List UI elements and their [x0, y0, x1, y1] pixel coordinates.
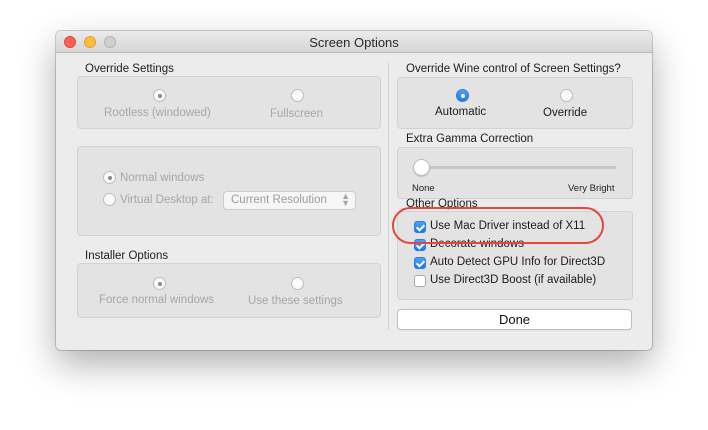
windows-mode-group: Normal windows Virtual Desktop at: Curre…	[77, 146, 381, 236]
normal-windows-radio[interactable]	[103, 171, 116, 184]
title-bar[interactable]: Screen Options	[56, 31, 652, 53]
virtual-desktop-label: Virtual Desktop at:	[120, 194, 214, 206]
fullscreen-label: Fullscreen	[270, 108, 324, 120]
normal-windows-label: Normal windows	[120, 172, 205, 184]
automatic-radio[interactable]	[456, 89, 469, 102]
column-divider	[388, 63, 389, 330]
force-normal-windows-radio[interactable]	[153, 277, 166, 290]
gamma-min-label: None	[412, 183, 435, 194]
resolution-select[interactable]: Current Resolution ▲ ▼	[223, 191, 356, 210]
auto-detect-gpu-label: Auto Detect GPU Info for Direct3D	[430, 256, 606, 268]
gamma-group: None Very Bright	[397, 147, 633, 199]
wine-control-group: Automatic Override	[397, 77, 633, 129]
virtual-desktop-radio[interactable]	[103, 193, 116, 206]
override-radio[interactable]	[560, 89, 573, 102]
select-arrows-icon: ▲ ▼	[341, 191, 350, 208]
use-these-settings-label: Use these settings	[248, 295, 343, 307]
wine-control-heading: Override Wine control of Screen Settings…	[406, 63, 621, 75]
rootless-radio[interactable]	[153, 89, 166, 102]
resolution-value: Current Resolution	[231, 194, 327, 206]
gamma-max-label: Very Bright	[568, 183, 615, 194]
override-settings-heading: Override Settings	[85, 63, 174, 75]
gamma-slider-knob[interactable]	[413, 159, 430, 176]
done-button[interactable]: Done	[397, 309, 632, 330]
gamma-heading: Extra Gamma Correction	[406, 133, 534, 145]
force-normal-windows-label: Force normal windows	[99, 294, 215, 306]
window-title: Screen Options	[309, 35, 399, 50]
screen-options-window: Screen Options Override Settings Rootles…	[56, 31, 652, 350]
gamma-slider-track[interactable]	[414, 166, 616, 169]
override-label: Override	[543, 107, 588, 119]
fullscreen-radio[interactable]	[291, 89, 304, 102]
override-settings-group: Rootless (windowed) Fullscreen	[77, 76, 381, 129]
use-these-settings-radio[interactable]	[291, 277, 304, 290]
direct3d-boost-label: Use Direct3D Boost (if available)	[430, 274, 597, 286]
highlight-annotation	[392, 207, 604, 244]
installer-options-group: Force normal windows Use these settings	[77, 263, 381, 318]
direct3d-boost-checkbox[interactable]	[414, 275, 426, 287]
auto-detect-gpu-checkbox[interactable]	[414, 257, 426, 269]
rootless-label: Rootless (windowed)	[104, 107, 211, 119]
automatic-label: Automatic	[435, 106, 487, 118]
installer-options-heading: Installer Options	[85, 250, 169, 262]
